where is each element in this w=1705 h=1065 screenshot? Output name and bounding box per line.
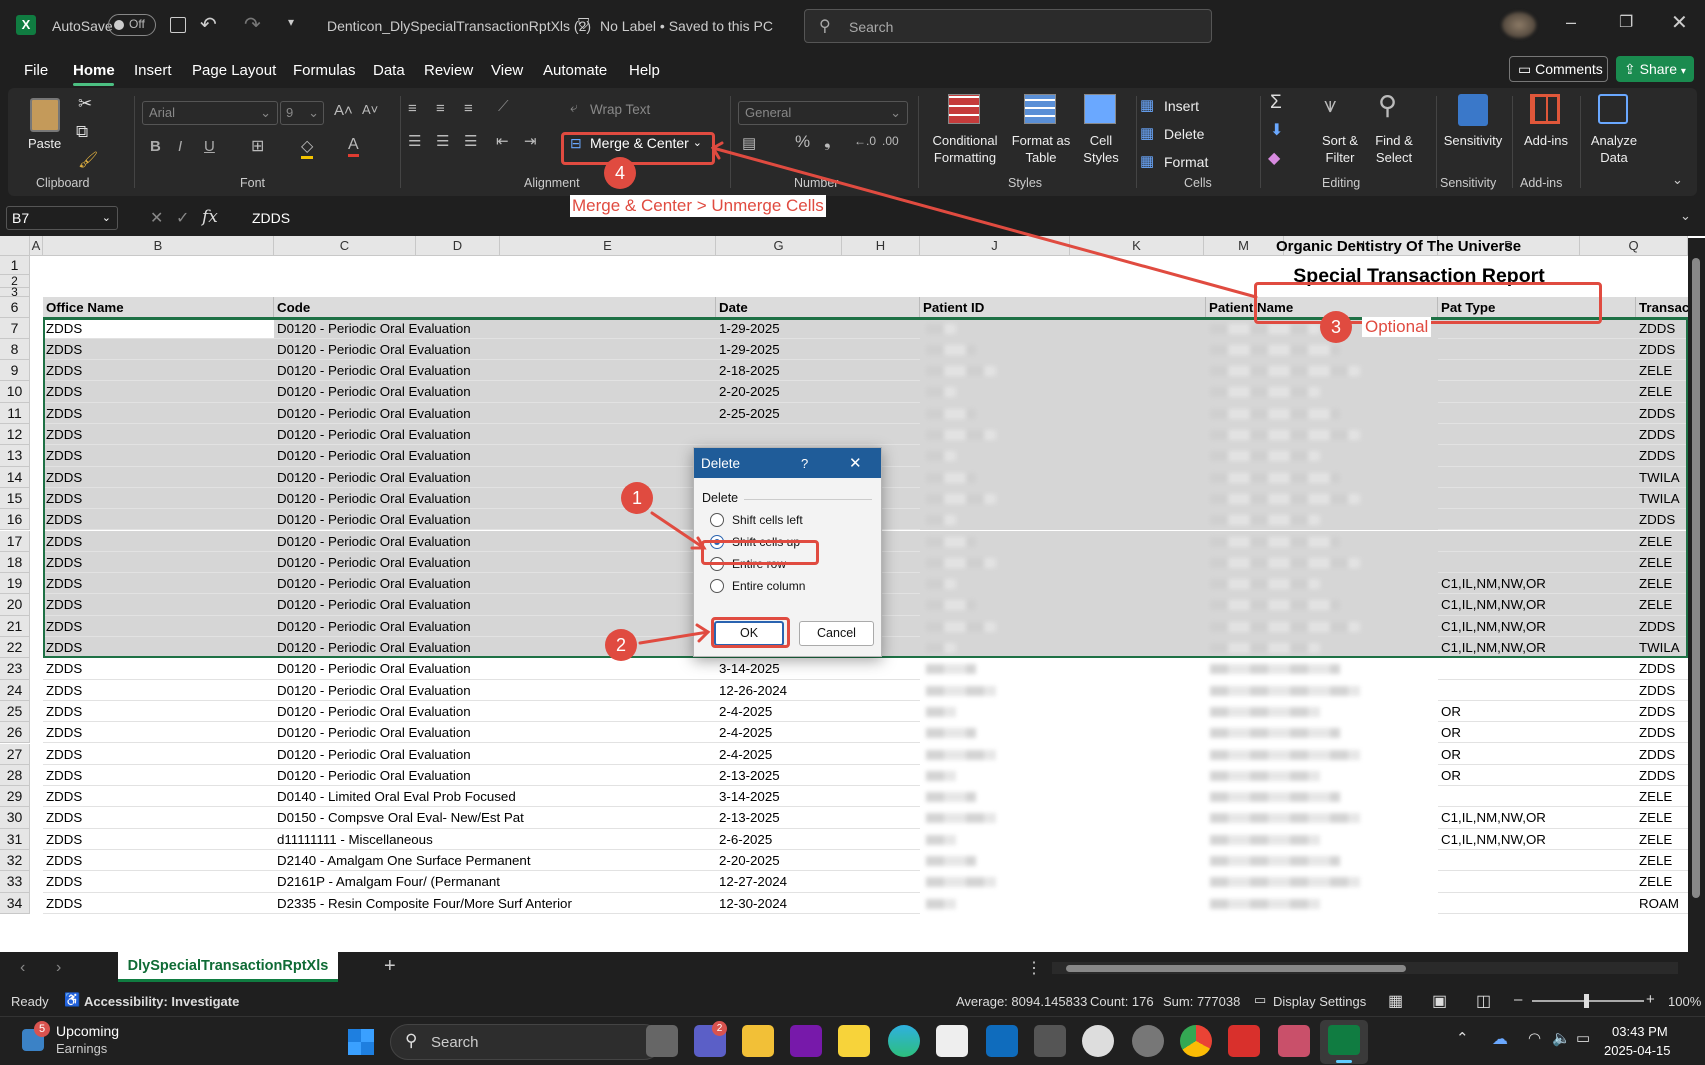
teams-badge: 2 <box>712 1021 727 1036</box>
snipping-tool-icon[interactable] <box>1278 1025 1310 1057</box>
step-4-badge: 4 <box>604 157 636 189</box>
display-settings-button[interactable]: Display Settings <box>1273 994 1366 1009</box>
ok-button-highlight <box>711 617 790 648</box>
widget-title[interactable]: Upcoming <box>56 1023 119 1039</box>
clock-time[interactable]: 03:43 PM <box>1612 1024 1668 1039</box>
taskbar-search[interactable]: ⚲ Search <box>390 1024 662 1060</box>
merge-tip-label: Merge & Center > Unmerge Cells <box>570 195 826 217</box>
acrobat-icon[interactable] <box>1228 1025 1260 1057</box>
taskbar-search-label: Search <box>431 1034 479 1051</box>
sticky-notes-icon[interactable] <box>838 1025 870 1057</box>
calculator-icon[interactable] <box>1034 1025 1066 1057</box>
shift-cells-up-highlight <box>701 540 819 565</box>
sheet-tab-bar: ‹ › DlySpecialTransactionRptXls + ⋮ <box>0 952 1705 986</box>
add-sheet-icon[interactable]: + <box>384 955 396 978</box>
optional-label: Optional <box>1362 317 1432 337</box>
tray-overflow-icon[interactable]: ⌃ <box>1456 1029 1469 1047</box>
task-view-icon[interactable] <box>646 1025 678 1057</box>
status-bar: Ready ♿ Accessibility: Investigate Avera… <box>0 986 1705 1016</box>
store-icon[interactable] <box>936 1025 968 1057</box>
excel-taskbar-icon <box>1328 1025 1360 1055</box>
prev-sheet-icon[interactable]: ‹ <box>20 959 25 977</box>
horizontal-scrollbar[interactable] <box>1052 962 1678 974</box>
edge-icon[interactable] <box>888 1025 920 1057</box>
normal-view-icon[interactable]: ▦ <box>1388 991 1403 1011</box>
ready-status: Ready <box>11 994 49 1009</box>
clock-icon[interactable] <box>1082 1025 1114 1057</box>
display-settings-icon[interactable]: ▭ <box>1254 992 1266 1008</box>
zoom-slider[interactable] <box>1532 994 1644 1008</box>
excel-taskbar-active[interactable] <box>1320 1020 1368 1064</box>
start-button[interactable] <box>348 1029 374 1055</box>
step-1-badge: 1 <box>621 482 653 514</box>
sheet-tab-label: DlySpecialTransactionRptXls <box>127 958 329 974</box>
wifi-icon[interactable]: ◠ <box>1528 1029 1541 1047</box>
average-status: Average: 8094.145833 <box>956 994 1088 1009</box>
page-layout-view-icon[interactable]: ▣ <box>1432 991 1447 1011</box>
chrome-icon[interactable] <box>1180 1025 1212 1057</box>
sum-status: Sum: 777038 <box>1163 994 1241 1009</box>
outlook-icon[interactable] <box>986 1025 1018 1057</box>
merge-center-highlight <box>561 132 715 165</box>
step-2-badge: 2 <box>605 629 637 661</box>
next-sheet-icon[interactable]: › <box>56 959 61 977</box>
vertical-scrollbar[interactable] <box>1688 238 1705 952</box>
onenote-icon[interactable] <box>790 1025 822 1057</box>
file-explorer-icon[interactable] <box>742 1025 774 1057</box>
page-break-view-icon[interactable]: ◫ <box>1476 991 1491 1011</box>
tab-options-icon[interactable]: ⋮ <box>1026 958 1042 978</box>
count-status: Count: 176 <box>1090 994 1154 1009</box>
zoom-level[interactable]: 100% <box>1668 994 1701 1009</box>
widget-subtitle: Earnings <box>56 1041 108 1056</box>
step-3-badge: 3 <box>1320 311 1352 343</box>
clock-date[interactable]: 2025-04-15 <box>1604 1043 1671 1058</box>
annotation-arrows <box>638 141 1258 645</box>
widget-badge: 5 <box>34 1021 50 1037</box>
taskbar-search-icon: ⚲ <box>405 1031 418 1050</box>
battery-icon[interactable]: ▭ <box>1576 1029 1590 1047</box>
accessibility-status[interactable]: Accessibility: Investigate <box>84 994 239 1009</box>
sheet-tab-active[interactable]: DlySpecialTransactionRptXls <box>118 952 338 982</box>
taskbar: 5 Upcoming Earnings ⚲ Search 2 ⌃ ☁ ◠ 🔈 ▭… <box>0 1016 1705 1065</box>
accessibility-icon: ♿ <box>64 992 81 1007</box>
volume-icon[interactable]: 🔈 <box>1552 1029 1571 1047</box>
onedrive-icon[interactable]: ☁ <box>1492 1029 1508 1049</box>
settings-gear-icon[interactable] <box>1132 1025 1164 1057</box>
zoom-out-icon[interactable]: – <box>1514 991 1522 1008</box>
zoom-in-icon[interactable]: + <box>1646 991 1655 1008</box>
